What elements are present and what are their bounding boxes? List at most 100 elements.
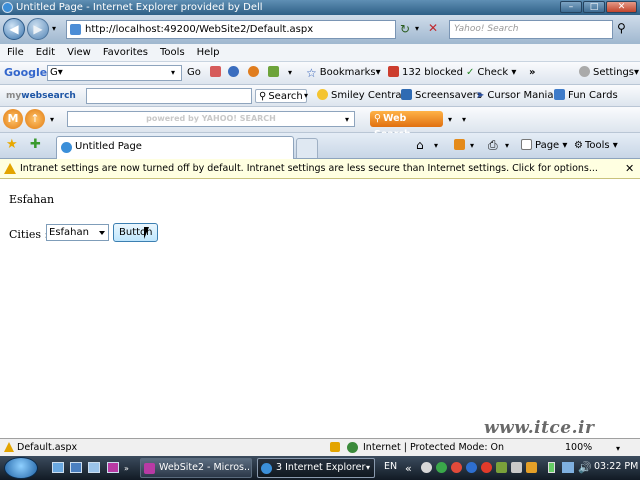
show-desktop-icon[interactable] — [52, 462, 64, 473]
home-icon[interactable]: ⌂ — [416, 138, 424, 152]
zoom-dropdown-icon[interactable]: ▾ — [616, 440, 620, 457]
selected-city-label: Esfahan — [9, 193, 55, 206]
close-window-button[interactable]: ✕ — [606, 1, 637, 13]
toolbar-dropdown-icon[interactable]: ▾ — [288, 66, 292, 80]
forward-button[interactable]: ▶ — [27, 18, 49, 40]
cities-dropdown-value: Esfahan — [49, 227, 89, 238]
tab-row: ★ ✚ Untitled Page ⌂ ▾ ▾ ⎙ ▾ Page ▾ ⚙ Tool… — [0, 133, 640, 159]
add-favorite-icon[interactable]: ✚ — [30, 137, 41, 152]
google-go-button[interactable]: Go — [187, 66, 201, 80]
stop-icon[interactable]: ✕ — [428, 21, 438, 35]
tray-icon-7[interactable] — [511, 462, 522, 473]
minimize-button[interactable]: – — [560, 1, 582, 13]
web-search-dropdown-icon[interactable]: ▾ — [448, 115, 452, 124]
cursor-mania-button[interactable]: ➤ Cursor Mania — [476, 89, 553, 103]
battery-icon[interactable] — [548, 462, 555, 473]
cities-dropdown[interactable]: Esfahan — [46, 224, 109, 241]
screensavers-button[interactable]: Screensavers — [401, 89, 482, 103]
address-field[interactable]: http://localhost:49200/WebSite2/Default.… — [66, 20, 396, 39]
clock[interactable]: 03:22 PM — [594, 461, 638, 472]
print-dropdown-icon[interactable]: ▾ — [505, 141, 509, 150]
spell-check-button[interactable]: ✓ Check ▾ — [466, 66, 516, 80]
start-button[interactable] — [4, 457, 38, 479]
submit-button[interactable]: Button — [113, 223, 158, 242]
fun-cards-button[interactable]: Fun Cards — [554, 89, 618, 103]
popup-blocked-button[interactable]: 132 blocked — [388, 66, 463, 80]
settings-button[interactable]: Settings▾ — [579, 66, 639, 80]
information-bar[interactable]: Intranet settings are now turned off by … — [0, 159, 640, 179]
go-dropdown-icon[interactable]: ▾ — [415, 24, 419, 33]
refresh-icon[interactable]: ↻ — [400, 22, 410, 36]
network-icon[interactable] — [562, 462, 574, 473]
more-button[interactable]: » — [529, 66, 535, 80]
tray-icon-1[interactable] — [421, 462, 432, 473]
status-warning-icon — [4, 442, 14, 452]
yahoo-input-dropdown-icon[interactable]: ▾ — [345, 115, 349, 124]
yahoo-search-input[interactable]: Yahoo! Search — [449, 20, 613, 39]
visual-studio-icon[interactable] — [107, 462, 119, 473]
yahoo-toolbar-search-input[interactable]: powered by YAHOO! SEARCH — [67, 111, 355, 127]
up-arrow-icon[interactable]: ↑ — [25, 109, 45, 129]
yahoo-options-dropdown-icon[interactable]: ▾ — [462, 115, 466, 124]
new-tab-button[interactable] — [296, 138, 318, 158]
home-dropdown-icon[interactable]: ▾ — [434, 141, 438, 150]
menu-help[interactable]: Help — [197, 47, 220, 58]
quicklaunch-icon[interactable] — [88, 462, 100, 473]
page-menu-button[interactable]: Page ▾ — [521, 139, 567, 153]
google-toolbar: Google G▾ ▾ Go ▾ ☆ Bookmarks▾ 132 blocked… — [0, 62, 640, 85]
page-icon — [70, 24, 81, 35]
mywebsearch-dropdown-icon[interactable]: ▾ — [304, 89, 308, 103]
task-internet-explorer[interactable]: 3 Internet Explorer ▾ — [257, 458, 375, 478]
tray-icon-2[interactable] — [436, 462, 447, 473]
tray-expand-icon[interactable]: « — [405, 462, 412, 475]
back-button[interactable]: ◀ — [3, 18, 25, 40]
ie-page-icon — [61, 142, 72, 153]
cities-label: Cities : — [9, 228, 49, 241]
status-bar: Default.aspx Internet | Protected Mode: … — [0, 438, 640, 456]
quicklaunch-more-icon[interactable]: » — [124, 464, 129, 473]
smiley-central-button[interactable]: Smiley Central — [317, 89, 404, 103]
menu-file[interactable]: File — [7, 47, 24, 58]
mywebsearch-search-button[interactable]: ⚲ Search — [255, 89, 307, 103]
switch-windows-icon[interactable] — [70, 462, 82, 473]
zone-text[interactable]: Internet | Protected Mode: On — [363, 439, 504, 456]
toolbar-icon-4[interactable] — [268, 66, 279, 77]
history-dropdown-icon[interactable]: ▾ — [52, 24, 56, 33]
menu-tools[interactable]: Tools — [160, 47, 185, 58]
feeds-dropdown-icon[interactable]: ▾ — [470, 141, 474, 150]
yahoo-menu-dropdown-icon[interactable]: ▾ — [50, 115, 54, 124]
tools-menu-button[interactable]: ⚙ Tools ▾ — [574, 139, 618, 153]
mywebsearch-input[interactable] — [86, 88, 252, 104]
tray-icon-4[interactable] — [466, 462, 477, 473]
feeds-icon[interactable] — [454, 139, 465, 150]
toolbar-icon-3[interactable] — [248, 66, 259, 77]
toolbar-icon-1[interactable] — [210, 66, 221, 77]
web-search-button[interactable]: ⚲Web Search — [370, 111, 443, 140]
language-indicator[interactable]: EN — [384, 461, 397, 472]
menu-favorites[interactable]: Favorites — [103, 47, 148, 58]
zoom-level[interactable]: 100% — [565, 439, 592, 456]
infobar-close-button[interactable]: ✕ — [625, 159, 634, 178]
favorites-star-icon[interactable]: ★ — [6, 137, 18, 152]
print-icon[interactable]: ⎙ — [488, 138, 498, 153]
m-logo-icon[interactable]: M — [3, 109, 23, 129]
mywebsearch-logo: mywebsearch — [6, 91, 76, 101]
menu-view[interactable]: View — [67, 47, 91, 58]
tab-untitled-page[interactable]: Untitled Page — [56, 136, 294, 159]
task-visual-studio[interactable]: WebSite2 - Micros... — [140, 458, 252, 478]
wrench-icon — [579, 66, 590, 77]
menu-edit[interactable]: Edit — [36, 47, 55, 58]
bookmarks-button[interactable]: ☆ Bookmarks▾ — [306, 66, 381, 80]
toolbar-icon-2[interactable] — [228, 66, 239, 77]
tray-icon-5[interactable] — [481, 462, 492, 473]
maximize-button[interactable]: □ — [583, 1, 605, 13]
protected-mode-icon — [330, 442, 340, 452]
google-search-dropdown-icon[interactable]: ▾ — [171, 66, 175, 80]
tray-icon-3[interactable] — [451, 462, 462, 473]
tray-icon-8[interactable] — [526, 462, 537, 473]
monitor-icon — [401, 89, 412, 100]
tray-icon-6[interactable] — [496, 462, 507, 473]
volume-icon[interactable]: 🔊 — [578, 461, 592, 474]
google-search-input[interactable]: G▾ — [47, 65, 182, 81]
search-icon[interactable]: ⚲ — [617, 21, 626, 35]
